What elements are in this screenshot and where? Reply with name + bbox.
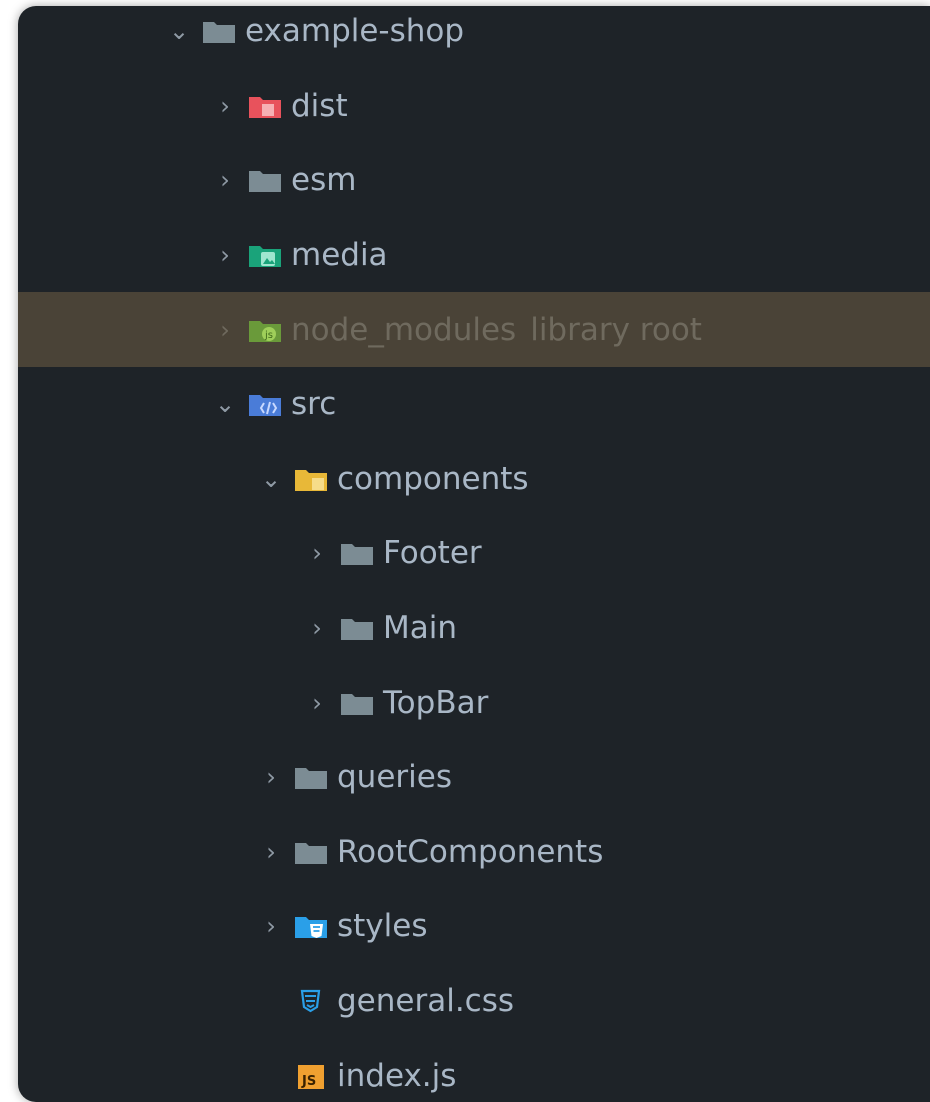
project-tree: ⌄ example-shop › dist › esm › media › js… [18,6,930,1102]
tree-item-label: esm [291,162,357,199]
tree-item-label: queries [337,759,452,796]
tree-item-main[interactable]: › Main [18,591,930,666]
tree-item-esm[interactable]: › esm [18,143,930,218]
js-file-icon: JS [294,1063,328,1089]
folder-icon [340,615,374,641]
folder-icon [248,167,282,193]
tree-item-label: Main [383,610,458,647]
tree-item-label: index.js [337,1057,457,1094]
chevron-right-icon[interactable]: › [212,92,238,120]
tree-item-dist[interactable]: › dist [18,69,930,144]
tree-item-src[interactable]: ⌄ src [18,367,930,442]
css-folder-icon [294,913,328,939]
tree-item-label: dist [291,87,348,124]
tree-item-label: src [291,386,337,423]
chevron-down-icon[interactable]: ⌄ [258,465,284,493]
node-modules-folder-icon: js [248,317,282,343]
tree-item-footer[interactable]: › Footer [18,516,930,591]
tree-item-styles[interactable]: › styles [18,889,930,964]
tree-item-label: Footer [383,535,482,572]
tree-item-label: components [337,460,529,497]
tree-item-label: RootComponents [337,833,604,870]
tree-item-label: TopBar [383,684,489,721]
tree-item-label: media [291,237,388,274]
tree-item-topbar[interactable]: › TopBar [18,665,930,740]
tree-item-label: example-shop [245,13,465,50]
folder-icon [340,540,374,566]
tree-item-media[interactable]: › media [18,218,930,293]
chevron-right-icon[interactable]: › [212,241,238,269]
folder-icon [202,18,236,44]
chevron-right-icon[interactable]: › [304,614,330,642]
chevron-right-icon[interactable]: › [212,316,238,344]
svg-text:js: js [264,330,273,341]
css-file-icon [294,988,328,1014]
chevron-right-icon[interactable]: › [304,689,330,717]
resource-folder-icon [248,242,282,268]
chevron-right-icon[interactable]: › [304,539,330,567]
source-folder-icon [248,391,282,417]
folder-icon [340,690,374,716]
chevron-right-icon[interactable]: › [258,763,284,791]
svg-text:JS: JS [301,1074,316,1089]
tree-item-index-js[interactable]: JS index.js [18,1038,930,1102]
tree-item-label: general.css [337,983,515,1020]
chevron-right-icon[interactable]: › [258,912,284,940]
tree-item-node-modules[interactable]: › js node_modules library root [18,292,930,367]
chevron-down-icon[interactable]: ⌄ [212,390,238,418]
project-tree-panel: ⌄ example-shop › dist › esm › media › js… [18,6,930,1102]
tree-item-label: node_modules [291,311,517,348]
folder-icon [294,839,328,865]
tree-item-rootcomponents[interactable]: › RootComponents [18,815,930,890]
package-folder-icon [294,466,328,492]
library-root-hint: library root [530,311,702,348]
tree-item-general-css[interactable]: general.css [18,964,930,1039]
tree-item-queries[interactable]: › queries [18,740,930,815]
chevron-down-icon[interactable]: ⌄ [166,17,192,45]
chevron-right-icon[interactable]: › [258,838,284,866]
tree-item-components[interactable]: ⌄ components [18,442,930,517]
folder-icon [294,764,328,790]
tree-item-example-shop[interactable]: ⌄ example-shop [18,6,930,69]
chevron-right-icon[interactable]: › [212,166,238,194]
excluded-folder-icon [248,93,282,119]
tree-item-label: styles [337,908,428,945]
